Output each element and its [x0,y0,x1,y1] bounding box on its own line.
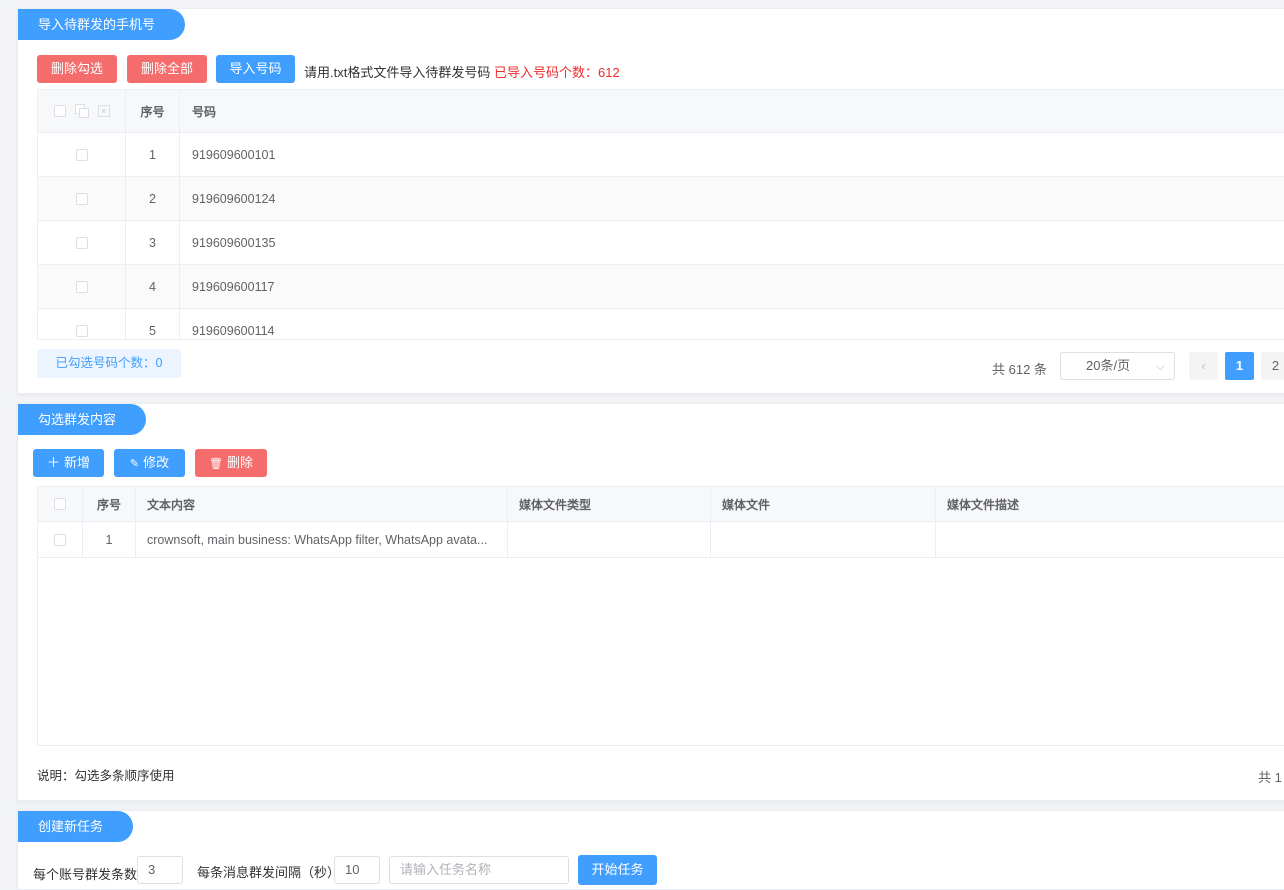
header-index: 序号 [83,487,136,521]
row-checkbox-cell [38,133,126,176]
delete-checked-button[interactable]: 删除勾选 [37,55,117,83]
start-task-button[interactable]: 开始任务 [578,855,657,885]
plus-icon: ＋ [46,455,60,470]
header-media-desc: 媒体文件描述 [947,497,1020,512]
task-name-input[interactable]: 请输入任务名称 [389,856,569,884]
table-row[interactable]: 3 919609600135 [38,221,1284,265]
numbers-table: × 序号 号码 1 919609600101 2 919609600124 3 … [37,89,1284,340]
prev-page-button[interactable]: ‹ [1189,352,1218,380]
row-index: 5 [126,309,180,339]
select-all-checkbox-icon[interactable] [53,105,66,117]
add-button[interactable]: ＋ 新增 [33,449,104,477]
header-index: 序号 [126,90,180,132]
clear-icon[interactable]: × [97,105,110,117]
import-numbers-button[interactable]: 导入号码 [216,55,295,83]
row-checkbox[interactable] [75,148,88,161]
task-panel: 创建新任务 每个账号群发条数 3 每条消息群发间隔（秒） 10 请输入任务名称 … [17,810,1284,890]
add-button-label: 新增 [64,455,91,470]
row-checkbox[interactable] [54,533,66,546]
page-button-1[interactable]: 1 [1225,352,1254,380]
row-checkbox-cell [38,177,126,220]
table-row[interactable]: 2 919609600124 [38,177,1284,221]
import-numbers-panel: 导入待群发的手机号 删除勾选 删除全部 导入号码 请用.txt格式文件导入待群发… [17,8,1284,394]
row-checkbox-cell [38,221,126,264]
page-size-value: 20条/页 [1086,358,1131,373]
row-index: 1 [126,133,180,176]
edit-button[interactable]: ✎ 修改 [114,449,185,477]
edit-button-label: 修改 [143,455,170,470]
header-text: 文本内容 [136,487,508,521]
row-checkbox[interactable] [75,192,88,205]
table-row[interactable]: 4 919609600117 [38,265,1284,309]
content-table-header: 序号 文本内容 媒体文件类型 媒体文件 媒体文件描述 [38,487,1284,522]
header-media-file: 媒体文件 [711,487,936,521]
row-number: 919609600101 [192,147,276,162]
delete-all-button[interactable]: 删除全部 [127,55,207,83]
row-index: 4 [126,265,180,308]
selected-count-badge: 已勾选号码个数：0 [37,349,181,378]
row-checkbox-cell [38,522,83,557]
header-checkbox-cell: × [38,90,126,132]
content-panel-title: 勾选群发内容 [18,404,147,435]
content-total: 共 1 [1258,770,1282,785]
import-hint: 请用.txt格式文件导入待群发号码 [304,65,491,80]
import-panel-title: 导入待群发的手机号 [18,9,186,40]
row-checkbox[interactable] [75,280,88,293]
content-panel: 勾选群发内容 ＋ 新增 ✎ 修改 🗑 删除 序号 文本内容 媒体文件类型 媒体文件 媒… [17,403,1284,801]
page-button-2[interactable]: 2 [1261,352,1284,380]
row-number: 919609600117 [192,279,275,294]
table-row[interactable]: 1 919609600101 [38,133,1284,177]
edit-icon: ✎ [129,458,140,470]
task-panel-title: 创建新任务 [18,811,134,842]
imported-count: 已导入号码个数：612 [494,65,620,80]
row-checkbox[interactable] [75,236,88,249]
row-index: 1 [83,522,136,557]
interval-input[interactable]: 10 [334,856,380,884]
delete-button[interactable]: 🗑 删除 [195,449,267,477]
select-all-checkbox-icon[interactable] [54,498,66,510]
page-size-select[interactable]: 20条/页 ⌵ [1060,352,1175,380]
row-checkbox-cell [38,265,126,308]
row-number: 919609600114 [192,324,275,338]
row-index: 3 [126,221,180,264]
content-note: 说明：勾选多条顺序使用 [37,769,175,783]
row-media-desc [936,522,1284,557]
row-number: 919609600135 [192,235,276,250]
table-row[interactable]: 1 crownsoft, main business: WhatsApp fil… [38,522,1284,558]
table-row[interactable]: 5 919609600114 [38,309,1284,339]
row-number: 919609600124 [192,191,276,206]
row-checkbox[interactable] [75,325,88,337]
chevron-down-icon: ⌵ [1155,359,1165,373]
copy-icon[interactable] [74,104,89,118]
trash-icon: 🗑 [209,458,223,470]
per-account-input[interactable]: 3 [137,856,183,884]
header-checkbox-cell [38,487,83,521]
header-media-type: 媒体文件类型 [508,487,711,521]
row-media-type [508,522,711,557]
per-account-label: 每个账号群发条数 [33,867,138,882]
interval-label: 每条消息群发间隔（秒） [197,865,341,880]
pager-total: 共 612 条 [992,362,1047,377]
content-table: 序号 文本内容 媒体文件类型 媒体文件 媒体文件描述 1 crownsoft, … [37,486,1284,746]
numbers-table-header: × 序号 号码 [38,90,1284,133]
row-index: 2 [126,177,180,220]
header-number: 号码 [192,104,217,119]
row-checkbox-cell [38,309,126,339]
row-media-file [711,522,936,557]
row-text: crownsoft, main business: WhatsApp filte… [136,522,508,557]
delete-button-label: 删除 [226,455,253,470]
